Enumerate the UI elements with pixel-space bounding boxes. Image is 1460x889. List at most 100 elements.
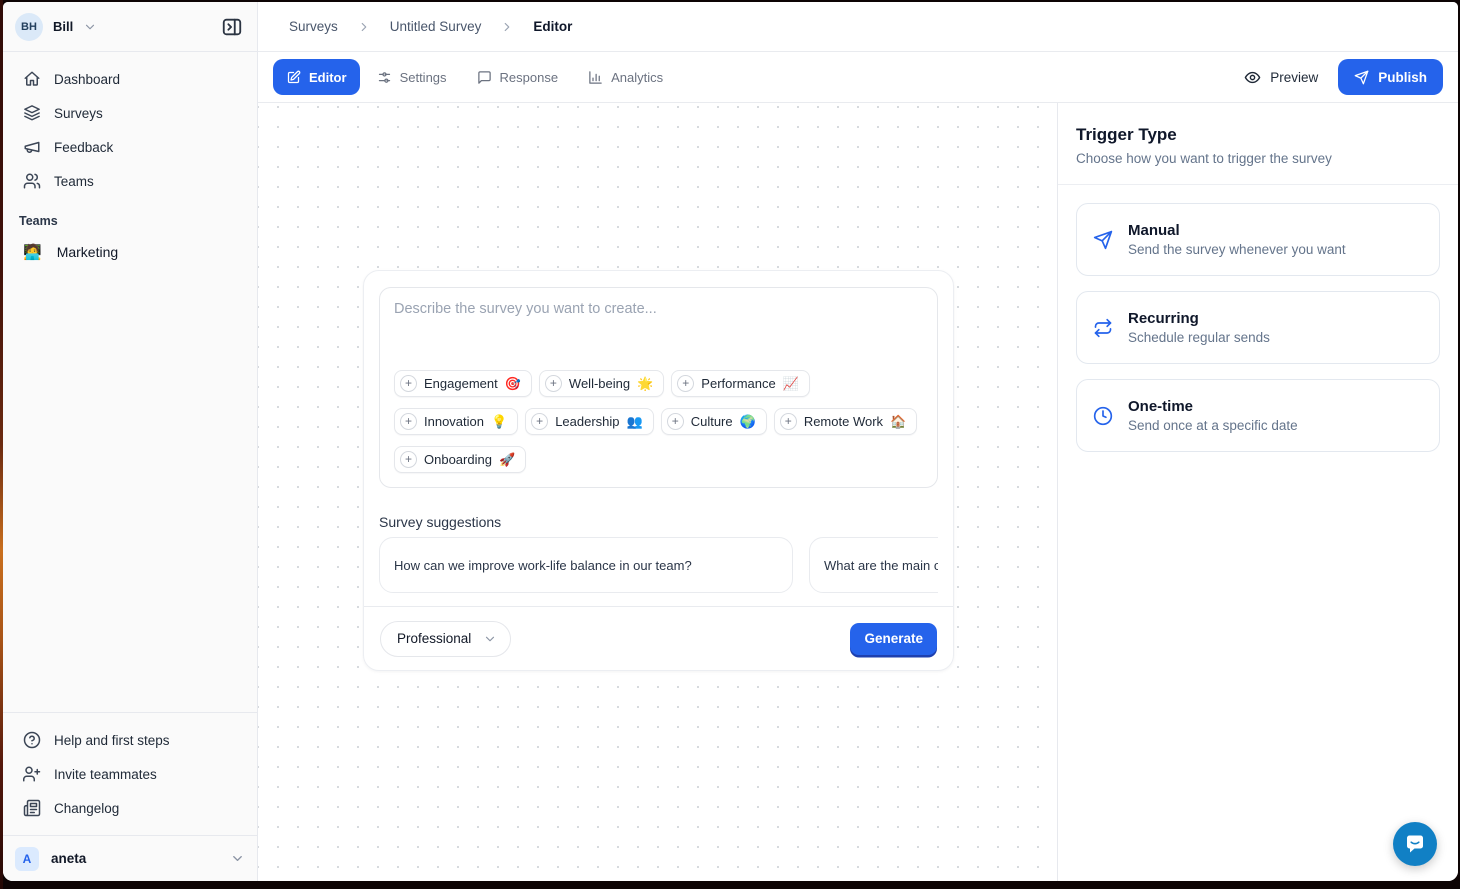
trigger-option-one-time[interactable]: One-time Send once at a specific date	[1076, 379, 1440, 452]
sidebar-item-team-marketing[interactable]: 🧑‍💻 Marketing	[3, 236, 257, 268]
user-plus-icon	[23, 765, 41, 783]
sidebar-item-label: Changelog	[54, 801, 119, 816]
sidebar-item-label: Feedback	[54, 140, 113, 155]
survey-canvas[interactable]: + Engagement 🎯 + Well-being 🌟	[258, 103, 1057, 881]
sidebar-item-dashboard[interactable]: Dashboard	[15, 62, 245, 96]
clock-icon	[1093, 406, 1113, 426]
tone-select[interactable]: Professional	[380, 621, 511, 657]
sidebar-item-help[interactable]: Help and first steps	[15, 723, 245, 757]
toolbar-actions: Preview Publish	[1244, 59, 1443, 95]
main-area: Surveys Untitled Survey Editor Editor	[258, 2, 1458, 881]
people-emoji-icon: 👥	[627, 414, 643, 430]
chip-label: Engagement	[424, 376, 498, 391]
megaphone-icon	[23, 138, 41, 156]
trigger-option-text: Recurring Schedule regular sends	[1128, 310, 1270, 345]
tone-value: Professional	[397, 631, 471, 646]
teams-section-label: Teams	[3, 198, 257, 236]
sidebar-item-feedback[interactable]: Feedback	[15, 130, 245, 164]
user-name: aneta	[51, 851, 86, 866]
suggestions-row: How can we improve work-life balance in …	[379, 537, 938, 606]
sidebar-item-label: Help and first steps	[54, 733, 170, 748]
trigger-options: Manual Send the survey whenever you want…	[1058, 185, 1458, 470]
sidebar-item-teams[interactable]: Teams	[15, 164, 245, 198]
topic-chip-leadership[interactable]: + Leadership 👥	[525, 408, 654, 435]
suggestion-card[interactable]: How can we improve work-life balance in …	[379, 537, 793, 593]
tab-label: Settings	[400, 70, 447, 85]
user-menu[interactable]: A aneta	[3, 835, 257, 881]
pencil-square-icon	[286, 70, 301, 85]
breadcrumb-survey-name[interactable]: Untitled Survey	[390, 19, 482, 34]
suggestion-card[interactable]: What are the main ob	[809, 537, 938, 593]
trigger-option-description: Send the survey whenever you want	[1128, 242, 1346, 257]
trigger-option-title: Manual	[1128, 222, 1346, 239]
topic-chip-innovation[interactable]: + Innovation 💡	[394, 408, 518, 435]
plus-icon: +	[400, 451, 417, 468]
generate-button[interactable]: Generate	[850, 623, 937, 655]
chart-emoji-icon: 📈	[783, 376, 799, 392]
team-name: Marketing	[57, 244, 118, 260]
publish-label: Publish	[1378, 70, 1427, 85]
tab-response[interactable]: Response	[464, 59, 572, 95]
workspace-name: Bill	[53, 19, 73, 34]
preview-button[interactable]: Preview	[1244, 69, 1318, 86]
sidebar-item-surveys[interactable]: Surveys	[15, 96, 245, 130]
sidebar-footer-nav: Help and first steps Invite teammates Ch…	[3, 712, 257, 835]
chevron-down-icon	[230, 851, 245, 866]
trigger-option-text: Manual Send the survey whenever you want	[1128, 222, 1346, 257]
trigger-option-manual[interactable]: Manual Send the survey whenever you want	[1076, 203, 1440, 276]
trigger-option-description: Schedule regular sends	[1128, 330, 1270, 345]
rocket-emoji-icon: 🚀	[499, 452, 515, 468]
layers-icon	[23, 104, 41, 122]
panel-collapse-icon	[221, 16, 243, 38]
send-icon	[1093, 230, 1113, 250]
trigger-option-recurring[interactable]: Recurring Schedule regular sends	[1076, 291, 1440, 364]
chip-label: Leadership	[555, 414, 619, 429]
chip-label: Performance	[701, 376, 775, 391]
topic-chip-culture[interactable]: + Culture 🌍	[661, 408, 767, 435]
plus-icon: +	[545, 375, 562, 392]
topic-chip-wellbeing[interactable]: + Well-being 🌟	[539, 370, 664, 397]
chip-label: Remote Work	[804, 414, 883, 429]
publish-button[interactable]: Publish	[1338, 59, 1443, 95]
sidebar-spacer	[3, 268, 257, 712]
workspace-switcher[interactable]: BH Bill	[3, 2, 257, 52]
survey-description-input[interactable]	[394, 301, 923, 370]
content-area: + Engagement 🎯 + Well-being 🌟	[258, 103, 1458, 881]
chat-bubble-icon	[1403, 832, 1427, 856]
breadcrumb-current: Editor	[533, 19, 572, 34]
plus-icon: +	[531, 413, 548, 430]
plus-icon: +	[780, 413, 797, 430]
composer-top: + Engagement 🎯 + Well-being 🌟	[364, 271, 953, 606]
prompt-box: + Engagement 🎯 + Well-being 🌟	[379, 287, 938, 488]
bar-chart-icon	[588, 70, 603, 85]
breadcrumb-surveys[interactable]: Surveys	[289, 19, 338, 34]
sidebar-item-changelog[interactable]: Changelog	[15, 791, 245, 825]
suggestions-heading: Survey suggestions	[379, 514, 938, 530]
trigger-option-description: Send once at a specific date	[1128, 418, 1298, 433]
topic-chips: + Engagement 🎯 + Well-being 🌟	[394, 370, 923, 473]
collapse-sidebar-button[interactable]	[219, 14, 245, 40]
tab-label: Analytics	[611, 70, 663, 85]
tab-settings[interactable]: Settings	[364, 59, 460, 95]
workspace-avatar: BH	[15, 13, 43, 41]
tab-editor[interactable]: Editor	[273, 59, 360, 95]
topic-chip-performance[interactable]: + Performance 📈	[671, 370, 810, 397]
sidebar-item-invite[interactable]: Invite teammates	[15, 757, 245, 791]
chevron-right-icon	[500, 20, 514, 34]
chip-label: Onboarding	[424, 452, 492, 467]
sidebar-nav: Dashboard Surveys Feedback Teams	[3, 52, 257, 198]
message-square-icon	[477, 70, 492, 85]
topic-chip-onboarding[interactable]: + Onboarding 🚀	[394, 446, 526, 473]
tab-analytics[interactable]: Analytics	[575, 59, 676, 95]
topic-chip-engagement[interactable]: + Engagement 🎯	[394, 370, 532, 397]
chat-launcher-button[interactable]	[1393, 822, 1437, 866]
help-circle-icon	[23, 731, 41, 749]
sidebar-item-label: Surveys	[54, 106, 103, 121]
newspaper-icon	[23, 799, 41, 817]
topic-chip-remote-work[interactable]: + Remote Work 🏠	[774, 408, 917, 435]
sidebar: BH Bill Dashboard Surv	[3, 2, 258, 881]
trigger-panel-header: Trigger Type Choose how you want to trig…	[1058, 103, 1458, 185]
house-emoji-icon: 🏠	[890, 414, 906, 430]
trigger-option-text: One-time Send once at a specific date	[1128, 398, 1298, 433]
dart-emoji-icon: 🎯	[505, 376, 521, 392]
